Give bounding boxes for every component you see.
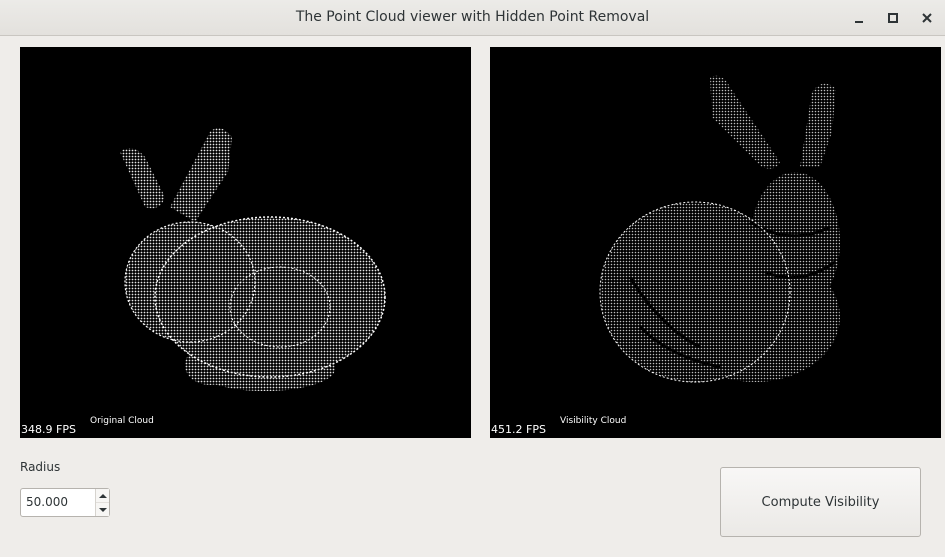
chevron-up-icon: [98, 493, 107, 498]
viewport-label: Original Cloud: [90, 416, 154, 426]
radius-value[interactable]: 50.000: [26, 495, 68, 509]
app-window: The Point Cloud viewer with Hidden Point…: [0, 0, 945, 557]
maximize-icon: [888, 13, 898, 23]
fps-counter: 451.2 FPS: [491, 423, 546, 436]
minimize-button[interactable]: [849, 8, 869, 28]
visibility-cloud-viewport[interactable]: Visibility Cloud 451.2 FPS: [490, 47, 941, 438]
close-button[interactable]: [917, 8, 937, 28]
bunny-visibility-cloud: [599, 75, 840, 383]
viewport-label: Visibility Cloud: [560, 416, 627, 426]
spin-buttons: [95, 489, 109, 516]
window-title: The Point Cloud viewer with Hidden Point…: [295, 9, 650, 25]
original-cloud-viewport[interactable]: Original Cloud 348.9 FPS: [20, 47, 471, 438]
close-icon: [922, 13, 932, 23]
fps-counter: 348.9 FPS: [21, 423, 76, 436]
spin-up-button[interactable]: [96, 489, 109, 503]
spin-down-button[interactable]: [96, 503, 109, 516]
title-bar[interactable]: The Point Cloud viewer with Hidden Point…: [0, 0, 945, 36]
radius-spinbox[interactable]: 50.000: [20, 488, 110, 517]
bunny-point-cloud: [120, 128, 386, 391]
minimize-icon: [855, 21, 863, 23]
chevron-down-icon: [98, 507, 107, 512]
radius-label: Radius: [20, 460, 61, 474]
maximize-button[interactable]: [883, 8, 903, 28]
compute-visibility-button[interactable]: Compute Visibility: [720, 467, 921, 537]
